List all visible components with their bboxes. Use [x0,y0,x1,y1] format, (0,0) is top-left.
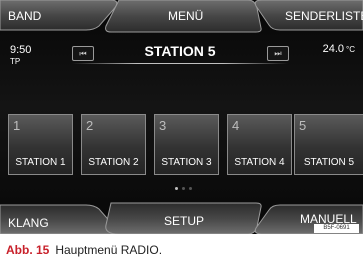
page-indicator-dot [182,187,185,190]
preset-button-2[interactable]: 2 STATION 2 [81,114,146,175]
preset-name: STATION 3 [161,157,212,168]
image-reference-code: B5F-0691 [314,224,359,233]
preset-button-1[interactable]: 1 STATION 1 [8,114,73,175]
preset-number: 1 [13,118,21,133]
clock: 9:50 [10,44,32,56]
preset-number: 2 [86,118,94,133]
preset-button-3[interactable]: 3 STATION 3 [154,114,219,175]
traffic-program-indicator: TP [10,57,21,66]
outside-temperature: 24.0 °C [323,43,355,55]
preset-name: STATION 4 [234,157,285,168]
skip-back-button[interactable]: ⏮ [72,46,94,61]
setup-button[interactable]: SETUP [164,214,204,228]
preset-number: 5 [299,118,307,133]
preset-name: STATION 2 [88,157,139,168]
preset-name: STATION 1 [15,157,66,168]
preset-name: STATION 5 [303,157,355,168]
station-list-button[interactable]: SENDERLISTE [285,9,363,23]
preset-number: 3 [159,118,167,133]
band-button[interactable]: BAND [8,9,41,23]
preset-number: 4 [232,118,240,133]
skip-back-icon: ⏮ [79,49,87,58]
current-station-name: STATION 5 [144,43,216,59]
page-indicator-dot [189,187,192,190]
temperature-unit: °C [346,45,355,54]
skip-forward-icon: ⏭ [274,49,282,58]
figure-number: Abb. 15 [6,243,50,257]
figure-caption: Abb. 15 Hauptmenü RADIO. [6,243,162,257]
preset-button-4[interactable]: 4 STATION 4 [227,114,292,175]
skip-forward-button[interactable]: ⏭ [267,46,289,61]
radio-screen: BAND MENÜ SENDERLISTE 9:50 TP 24.0 °C ⏮ S… [0,0,363,234]
title-divider [72,63,288,64]
sound-button[interactable]: KLANG [8,216,49,230]
preset-button-5[interactable]: 5 STATION 5 [294,114,363,175]
menu-button[interactable]: MENÜ [168,9,203,23]
caption-text: Hauptmenü RADIO. [55,243,163,257]
page-indicator-dot [175,187,178,190]
temperature-value: 24.0 [322,43,345,55]
